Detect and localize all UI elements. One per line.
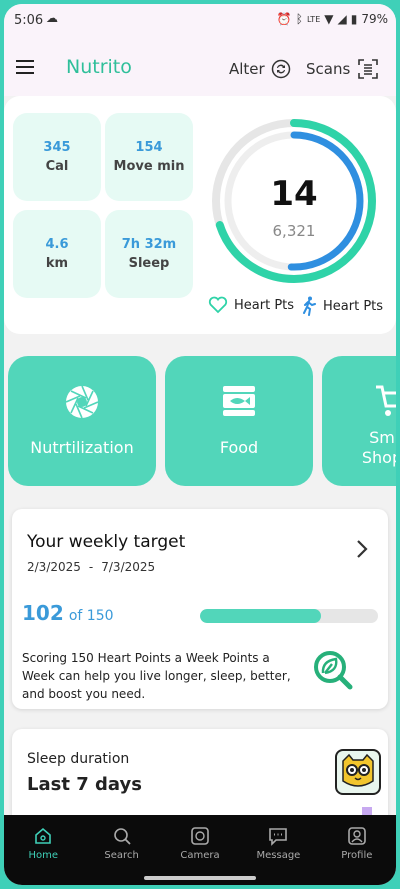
- sleep-title: Sleep duration: [27, 751, 130, 767]
- stat-calories[interactable]: 345 Cal: [13, 113, 101, 201]
- profile-icon: [348, 827, 366, 845]
- shopping-cart-icon: [376, 385, 396, 416]
- nav-message[interactable]: Message: [239, 815, 317, 885]
- weekly-target-card[interactable]: Your weekly target 2/3/2025 - 7/3/2025 1…: [12, 509, 388, 709]
- camera-icon: [191, 827, 209, 845]
- nav-profile[interactable]: Profile: [318, 815, 396, 885]
- tile-label: Nutrtilization: [30, 438, 134, 457]
- app-title: Nutrito: [66, 56, 132, 78]
- phone-screen: 5:06 ☁ ⏰ ᛒ LTE ▼ ◢ ▮ 79% Nutrito Alter S…: [4, 4, 396, 885]
- nav-label: Home: [28, 850, 58, 861]
- nav-home[interactable]: Home: [4, 815, 82, 885]
- status-bar: 5:06 ☁ ⏰ ᛒ LTE ▼ ◢ ▮ 79%: [4, 4, 396, 40]
- weekly-score: 102 of 150: [22, 601, 114, 625]
- app-bar: Nutrito Alter Scans: [4, 40, 396, 96]
- home-icon: [35, 827, 52, 844]
- network-label: LTE: [306, 14, 321, 24]
- score-goal: of 150: [68, 608, 114, 624]
- stat-value: 7h 32m: [121, 237, 177, 252]
- tile-smart-shop[interactable]: Sm Shop: [322, 356, 396, 486]
- stat-distance[interactable]: 4.6 km: [13, 210, 101, 298]
- alter-label: Alter: [229, 60, 265, 78]
- nav-label: Profile: [341, 850, 373, 861]
- legend-heart-pts: Heart Pts: [208, 296, 294, 314]
- activity-summary-card: 345 Cal 154 Move min 4.6 km 7h 32m Sleep…: [4, 96, 396, 334]
- status-time: 5:06: [14, 13, 44, 28]
- tile-food[interactable]: Food: [165, 356, 313, 486]
- heart-icon: [208, 296, 228, 314]
- tile-label: Sm Shop: [361, 428, 396, 467]
- legend-label: Heart Pts: [323, 298, 384, 314]
- tile-label: Food: [219, 438, 259, 457]
- menu-icon[interactable]: [16, 60, 34, 74]
- legend-label: Heart Pts: [234, 297, 295, 313]
- score-value: 102: [22, 601, 64, 625]
- leaf-search-icon: [314, 651, 353, 690]
- gesture-bar[interactable]: [144, 876, 256, 880]
- battery-icon: ▮: [350, 12, 358, 26]
- scan-icon: [358, 59, 379, 79]
- alarm-icon: ⏰: [276, 12, 292, 26]
- ring-value: 14: [270, 174, 318, 214]
- legend-move: Heart Pts: [301, 296, 383, 316]
- search-icon: [113, 828, 131, 845]
- stat-sleep[interactable]: 7h 32m Sleep: [105, 210, 193, 298]
- progress-fill: [200, 609, 322, 623]
- nav-camera[interactable]: Camera: [161, 815, 239, 885]
- status-icons: ⏰ ᛒ LTE ▼ ◢ ▮ 79%: [277, 12, 388, 26]
- signal-icon: ◢: [337, 12, 347, 26]
- chevron-right-icon[interactable]: [356, 539, 368, 559]
- weekly-date-range: 2/3/2025 - 7/3/2025: [27, 560, 155, 574]
- nav-label: Search: [104, 850, 139, 861]
- stat-value: 154: [135, 140, 163, 155]
- wifi-icon: ▼: [324, 12, 334, 26]
- camera-shutter-icon: [65, 385, 99, 419]
- stat-value: 4.6: [45, 237, 69, 252]
- bottom-nav: Home Search Camera Message Profile: [4, 815, 396, 885]
- alter-button[interactable]: Alter: [229, 59, 291, 79]
- stat-label: Sleep: [128, 256, 170, 271]
- message-icon: [269, 828, 288, 846]
- bluetooth-icon: ᛒ: [295, 12, 303, 26]
- date-separator: -: [88, 560, 94, 574]
- owl-mascot-icon[interactable]: [335, 749, 381, 795]
- fish-food-icon: [223, 386, 255, 416]
- activity-ring[interactable]: 14 6,321: [209, 116, 379, 286]
- scans-button[interactable]: Scans: [306, 59, 379, 79]
- nav-label: Camera: [180, 850, 220, 861]
- date-start: 2/3/2025: [27, 560, 81, 574]
- stat-label: Move min: [113, 159, 185, 174]
- stat-value: 345: [43, 140, 71, 155]
- tile-nutrtilization[interactable]: Nutrtilization: [8, 356, 156, 486]
- cloud-icon: ☁: [46, 11, 58, 25]
- stat-move-min[interactable]: 154 Move min: [105, 113, 193, 201]
- sleep-subtitle: Last 7 days: [27, 774, 142, 795]
- stat-label: Cal: [45, 159, 69, 174]
- sync-icon: [271, 59, 290, 79]
- weekly-progress-bar: [200, 609, 378, 623]
- weekly-title: Your weekly target: [27, 532, 186, 552]
- walking-icon: [303, 296, 316, 316]
- nav-label: Message: [256, 850, 301, 861]
- weekly-description: Scoring 150 Heart Points a Week Points a…: [22, 651, 291, 701]
- nav-search[interactable]: Search: [82, 815, 160, 885]
- battery-level: 79%: [361, 12, 388, 26]
- date-end: 7/3/2025: [101, 560, 156, 574]
- ring-steps: 6,321: [272, 222, 316, 240]
- feature-tiles: Nutrtilization Food Sm Shop: [4, 356, 396, 486]
- scans-label: Scans: [306, 60, 351, 78]
- stat-label: km: [45, 256, 69, 271]
